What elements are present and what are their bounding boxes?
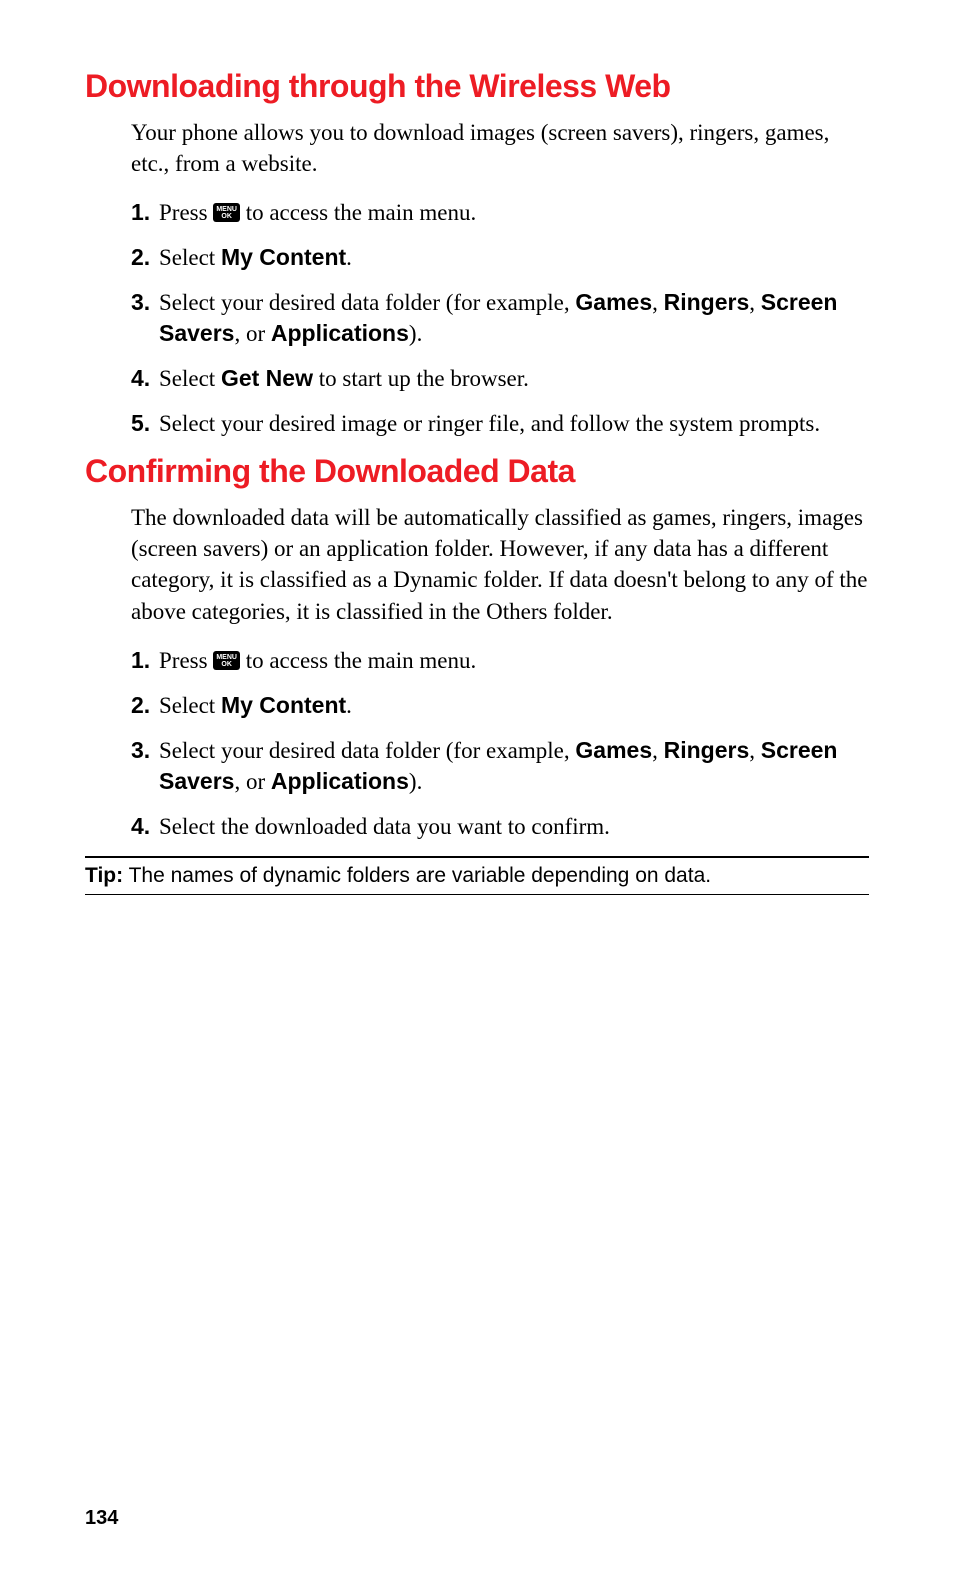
step-item: 5. Select your desired image or ringer f… [131,408,869,439]
text-pre: Select [159,245,221,270]
text-pre: Press [159,200,213,225]
step-text: Select the downloaded data you want to c… [157,811,610,842]
text-mid: , [652,290,664,315]
step-text: Select your desired data folder (for exa… [157,287,869,349]
text-pre: Select the downloaded data you want to c… [159,814,610,839]
step-number: 5. [131,408,157,439]
step-item: 3. Select your desired data folder (for … [131,735,869,797]
text-post: . [346,693,352,718]
step-text: Select your desired image or ringer file… [157,408,820,439]
step-item: 2. Select My Content. [131,242,869,273]
tip-box: Tip: The names of dynamic folders are va… [85,856,869,895]
step-text: Select your desired data folder (for exa… [157,735,869,797]
bold-term: Ringers [664,289,750,315]
bold-term: Get New [221,365,313,391]
bold-term: Applications [271,320,409,346]
page-number: 134 [85,1507,118,1530]
tip-text: The names of dynamic folders are variabl… [123,864,711,887]
step-item: 4. Select Get New to start up the browse… [131,363,869,394]
text-mid: , [749,290,761,315]
section-heading: Confirming the Downloaded Data [85,453,869,490]
text-mid: , [652,738,664,763]
text-pre: Press [159,648,213,673]
bold-term: My Content [221,692,346,718]
step-text: Press MENUOK to access the main menu. [157,645,476,676]
menu-ok-icon: MENUOK [213,651,240,670]
intro-paragraph: The downloaded data will be automaticall… [131,502,869,626]
text-post: to access the main menu. [240,648,476,673]
text-pre: Select [159,366,221,391]
text-post: to access the main menu. [240,200,476,225]
step-number: 2. [131,690,157,721]
bold-term: Applications [271,768,409,794]
step-number: 2. [131,242,157,273]
bold-term: Games [575,289,652,315]
step-item: 1. Press MENUOK to access the main menu. [131,197,869,228]
step-number: 3. [131,735,157,797]
step-number: 1. [131,645,157,676]
text-mid: , [749,738,761,763]
text-post: to start up the browser. [313,366,529,391]
steps-list: 1. Press MENUOK to access the main menu.… [131,197,869,439]
tip-label: Tip: [85,864,123,887]
step-item: 3. Select your desired data folder (for … [131,287,869,349]
step-number: 3. [131,287,157,349]
step-item: 2. Select My Content. [131,690,869,721]
text-pre: Select your desired data folder (for exa… [159,738,575,763]
text-mid: , or [234,769,270,794]
step-text: Press MENUOK to access the main menu. [157,197,476,228]
bold-term: Games [575,737,652,763]
menu-ok-icon: MENUOK [213,203,240,222]
step-text: Select My Content. [157,242,352,273]
step-text: Select Get New to start up the browser. [157,363,529,394]
text-post: ). [409,769,422,794]
text-post: . [346,245,352,270]
step-item: 1. Press MENUOK to access the main menu. [131,645,869,676]
step-item: 4. Select the downloaded data you want t… [131,811,869,842]
bold-term: My Content [221,244,346,270]
text-mid: , or [234,321,270,346]
intro-paragraph: Your phone allows you to download images… [131,117,869,179]
section-heading: Downloading through the Wireless Web [85,68,869,105]
text-pre: Select your desired data folder (for exa… [159,290,575,315]
steps-list: 1. Press MENUOK to access the main menu.… [131,645,869,842]
step-number: 4. [131,811,157,842]
step-number: 4. [131,363,157,394]
step-number: 1. [131,197,157,228]
text-pre: Select [159,693,221,718]
bold-term: Ringers [664,737,750,763]
text-pre: Select your desired image or ringer file… [159,411,820,436]
text-post: ). [409,321,422,346]
step-text: Select My Content. [157,690,352,721]
